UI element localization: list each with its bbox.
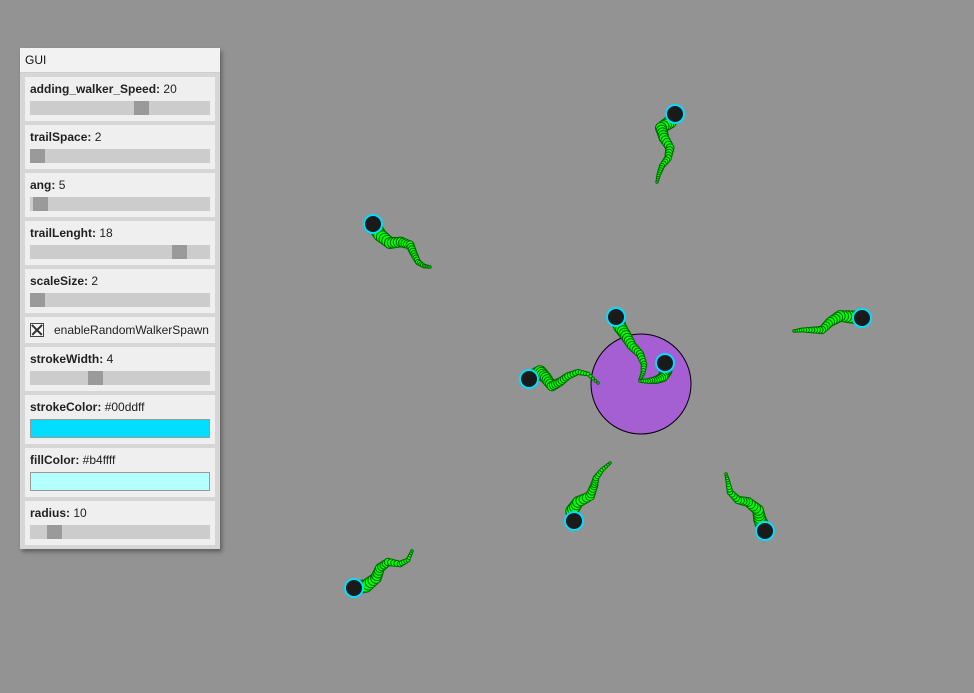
trail-space-slider[interactable] (30, 149, 210, 163)
control-value: 4 (106, 352, 114, 366)
control-value: #00ddff (104, 400, 145, 414)
slider-thumb[interactable] (133, 101, 149, 115)
control-enable-random-walker-spawn: enableRandomWalkerSpawn (25, 317, 215, 343)
control-adding-walker-speed: adding_walker_Speed: 20 (25, 77, 215, 121)
walker-head (852, 308, 872, 328)
radius-slider[interactable] (30, 525, 210, 539)
control-label: radius: (30, 506, 71, 520)
control-value: 20 (163, 82, 177, 96)
control-ang: ang: 5 (25, 173, 215, 217)
ang-slider[interactable] (30, 197, 210, 211)
control-value: 5 (58, 178, 66, 192)
control-value: 10 (73, 506, 87, 520)
walker-head (665, 104, 685, 124)
control-label: scaleSize: (30, 274, 89, 288)
adding-walker-speed-slider[interactable] (30, 101, 210, 115)
slider-thumb[interactable] (87, 371, 103, 385)
enable-random-walker-spawn-checkbox[interactable] (30, 323, 44, 337)
gui-title[interactable]: GUI (20, 48, 220, 73)
control-value: 18 (99, 226, 113, 240)
walker-trail-dot (593, 378, 598, 383)
control-radius: radius: 10 (25, 501, 215, 545)
slider-thumb[interactable] (46, 525, 62, 539)
walker-head (755, 521, 775, 541)
control-label: trailLenght: (30, 226, 96, 240)
walker (519, 365, 600, 392)
control-fill-color: fillColor: #b4ffff (25, 448, 215, 497)
walker-head (344, 578, 364, 598)
control-label: fillColor: (30, 453, 80, 467)
gui-controls: adding_walker_Speed: 20 trailSpace: 2 an… (20, 73, 220, 549)
walker-trail-dot (410, 549, 414, 553)
walker-head (564, 511, 584, 531)
control-label: adding_walker_Speed: (30, 82, 161, 96)
control-label: trailSpace: (30, 130, 92, 144)
walker-trail-dot (428, 265, 432, 269)
control-value: 2 (91, 274, 99, 288)
walker-trail-dot (792, 329, 796, 333)
control-value: 2 (94, 130, 102, 144)
control-value: #b4ffff (82, 453, 116, 467)
control-trail-lenght: trailLenght: 18 (25, 221, 215, 265)
walker-trail-dot (655, 180, 659, 184)
slider-thumb[interactable] (171, 245, 187, 259)
slider-thumb[interactable] (30, 149, 45, 163)
walker (654, 104, 685, 184)
walker-head (655, 353, 675, 373)
walker-trail-dot (638, 379, 642, 383)
control-label: ang: (30, 178, 56, 192)
control-label: strokeWidth: (30, 352, 104, 366)
walker-trail-dot (608, 461, 612, 465)
walker-head (519, 369, 539, 389)
slider-thumb[interactable] (33, 197, 49, 211)
walker (344, 549, 414, 598)
slider-thumb[interactable] (30, 293, 45, 307)
walker (564, 461, 612, 531)
fill-color-swatch[interactable] (30, 472, 210, 491)
stroke-color-swatch[interactable] (30, 419, 210, 438)
control-scale-size: scaleSize: 2 (25, 269, 215, 313)
walker-head (606, 307, 626, 327)
control-trail-space: trailSpace: 2 (25, 125, 215, 169)
control-stroke-width: strokeWidth: 4 (25, 347, 215, 391)
walker (792, 308, 872, 335)
walker-head (363, 214, 383, 234)
control-label: strokeColor: (30, 400, 102, 414)
walker-trail-dot (724, 472, 728, 476)
walker-trail-dot (596, 381, 600, 385)
gui-panel: GUI adding_walker_Speed: 20 trailSpace: … (20, 48, 220, 549)
scale-size-slider[interactable] (30, 293, 210, 307)
walker (724, 472, 775, 541)
checkbox-label: enableRandomWalkerSpawn (54, 323, 209, 337)
stroke-width-slider[interactable] (30, 371, 210, 385)
trail-lenght-slider[interactable] (30, 245, 210, 259)
walker (363, 214, 432, 269)
control-stroke-color: strokeColor: #00ddff (25, 395, 215, 444)
